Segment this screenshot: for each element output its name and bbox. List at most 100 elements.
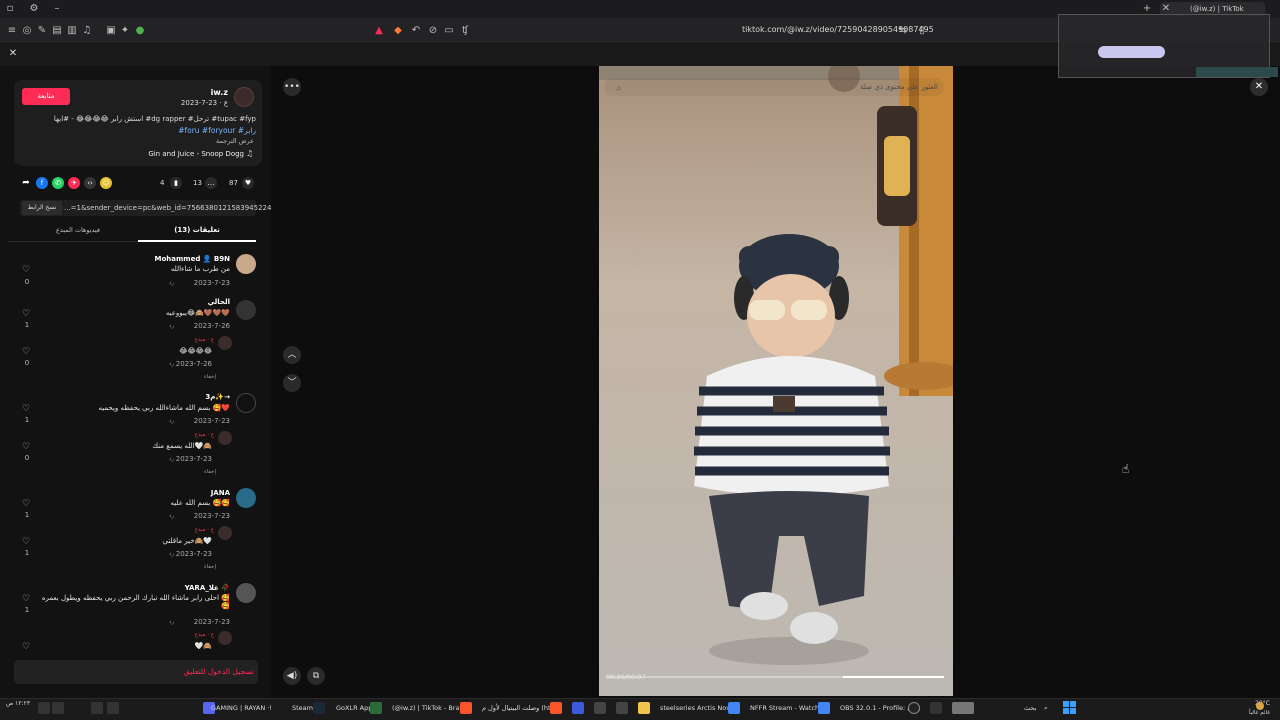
extensions-icon[interactable]: ✎ <box>36 25 48 37</box>
weather-desc[interactable]: غائم غالباً <box>1232 710 1270 716</box>
heart-icon[interactable]: ♡ <box>22 442 30 452</box>
reply-button[interactable]: رد <box>160 280 174 286</box>
rewards-icon[interactable]: ◆ <box>392 25 404 37</box>
bookmark-icon[interactable]: ▯ <box>916 25 928 37</box>
share-icon[interactable]: ⇆ <box>897 25 909 37</box>
bookmarks-icon[interactable]: ▤ <box>51 25 63 37</box>
browser-tab-title[interactable]: (@iw.z) | TikTok <box>1190 5 1244 13</box>
gear-icon[interactable]: ⚙ <box>28 3 40 15</box>
heart-icon[interactable]: ♡ <box>22 594 30 604</box>
translate-link[interactable]: عرض الترجمة <box>150 137 254 145</box>
goxlr-icon[interactable] <box>370 702 382 714</box>
video-search-placeholder[interactable]: العثور على محتوى ذي صلة <box>832 83 938 91</box>
avatar[interactable] <box>236 488 256 508</box>
author-name[interactable]: iw.z <box>200 88 228 97</box>
creator-label[interactable]: ع · مبدع <box>170 432 214 438</box>
taskbar-item[interactable]: steelseries Arctis Nova <box>660 704 734 712</box>
hide-replies-button[interactable]: إخفاء <box>204 469 216 475</box>
facebook-icon[interactable]: f <box>36 177 48 189</box>
more-options-icon[interactable]: ••• <box>283 78 301 96</box>
chrome-icon[interactable] <box>728 702 740 714</box>
avatar[interactable] <box>236 300 256 320</box>
app-icon[interactable] <box>616 702 628 714</box>
heart-icon[interactable]: ♡ <box>22 309 30 319</box>
taskbar-item[interactable]: NFFR Stream - Watch Li <box>750 704 827 712</box>
emoji-icon[interactable]: ☺ <box>100 177 112 189</box>
reply-button[interactable]: رد <box>160 551 174 557</box>
pip-icon[interactable]: ⧉ <box>307 667 325 685</box>
copy-link-button[interactable]: نسخ الرابط <box>22 201 62 215</box>
app-icon[interactable] <box>930 702 942 714</box>
comment-user[interactable]: JANA <box>120 489 230 497</box>
creator-label[interactable]: ع · مبدع <box>170 632 214 638</box>
volume-icon[interactable]: ◀) <box>283 667 301 685</box>
menu-icon[interactable]: ≡ <box>6 25 18 37</box>
heart-icon[interactable]: ♡ <box>22 537 30 547</box>
heart-icon[interactable]: ♡ <box>22 404 30 414</box>
shield-icon[interactable]: ◎ <box>21 25 33 37</box>
reader-icon[interactable]: ▥ <box>66 25 78 37</box>
embed-icon[interactable]: ‹› <box>84 177 96 189</box>
taskbar-item[interactable]: Steam <box>292 704 313 712</box>
tray-clock[interactable]: ١٢:٢٣ ص <box>6 700 30 707</box>
folder-icon[interactable] <box>638 702 650 714</box>
video-player[interactable] <box>599 66 953 696</box>
no-entry-icon[interactable]: ⊘ <box>427 25 439 37</box>
close-panel-icon[interactable]: ✕ <box>7 48 19 60</box>
taskbar-item[interactable]: وصلت البيتيال لأول م (ht) <box>482 704 553 712</box>
brave-shield-icon[interactable]: ▲ <box>373 25 385 37</box>
follow-button[interactable]: متابعة <box>22 88 70 105</box>
heart-icon[interactable]: ♡ <box>22 642 30 652</box>
close-icon[interactable]: ✕ <box>1250 78 1268 96</box>
chrome-icon[interactable] <box>818 702 830 714</box>
avatar[interactable] <box>236 393 256 413</box>
avatar[interactable] <box>218 431 232 445</box>
avatar[interactable] <box>218 526 232 540</box>
avatar[interactable] <box>218 631 232 645</box>
taskbar-search-label[interactable]: بحث <box>1024 704 1036 712</box>
chevron-down-icon[interactable]: ﹀ <box>283 374 301 392</box>
tab-comments[interactable]: تعليقات (13) <box>138 226 256 240</box>
widgets-icon[interactable] <box>952 702 974 714</box>
hide-replies-button[interactable]: إخفاء <box>204 564 216 570</box>
sidebar-icon[interactable]: ▫ <box>4 3 16 15</box>
mail-icon[interactable] <box>594 702 606 714</box>
reply-button[interactable]: رد <box>160 456 174 462</box>
puzzle-icon[interactable]: ✦ <box>119 25 131 37</box>
reply-button[interactable]: رد <box>160 513 174 519</box>
search-icon[interactable]: ⌕ <box>1044 704 1048 713</box>
windows-start-icon[interactable] <box>1063 701 1076 714</box>
search-icon[interactable]: ⌕ <box>613 83 625 95</box>
share-arrow-icon[interactable]: ➦ <box>20 177 32 189</box>
steam-icon[interactable] <box>313 702 325 714</box>
share-link-url[interactable]: ...=1&sender_device=pc&web_id=7566380121… <box>64 204 271 212</box>
comment-user[interactable]: 3م✨→ <box>120 393 230 401</box>
music-icon[interactable]: ♫ <box>81 25 93 37</box>
tiktok-share-icon[interactable]: ✈ <box>68 177 80 189</box>
reply-button[interactable]: رد <box>160 418 174 424</box>
obs-icon[interactable] <box>908 702 920 714</box>
comment-user[interactable]: YARA_غلا 🥀 <box>120 584 230 592</box>
app-icon[interactable] <box>572 702 584 714</box>
login-to-comment-link[interactable]: تسجيل الدخول للتعليق <box>130 667 254 676</box>
vpn-icon[interactable]: ● <box>134 25 146 37</box>
screenshot-icon[interactable]: ▣ <box>105 25 117 37</box>
back-icon[interactable]: ↶ <box>410 25 422 37</box>
caption-hashtags[interactable]: #foru #foryour #رابر <box>26 126 256 135</box>
comment-user[interactable]: الحالي <box>120 298 230 306</box>
network-icon[interactable] <box>52 702 64 714</box>
heart-icon[interactable]: ♡ <box>22 499 30 509</box>
tab-creator-videos[interactable]: فيديوهات المبدع <box>20 226 136 240</box>
creator-label[interactable]: ع · مبدع <box>170 337 214 343</box>
taskbar-item[interactable]: GoXLR App <box>336 704 372 712</box>
reply-button[interactable]: رد <box>160 619 174 625</box>
heart-icon[interactable]: ♥ <box>242 177 254 189</box>
whatsapp-icon[interactable]: ✆ <box>52 177 64 189</box>
weather-temp[interactable]: 29°C <box>1234 700 1270 707</box>
heart-icon[interactable]: ♡ <box>22 347 30 357</box>
taskbar-item[interactable]: GAMING | RAYAN ·! <box>211 704 272 712</box>
reply-button[interactable]: رد <box>160 323 174 329</box>
avatar[interactable] <box>234 87 254 107</box>
hide-replies-button[interactable]: إخفاء <box>204 374 216 380</box>
brave-icon[interactable] <box>550 702 562 714</box>
